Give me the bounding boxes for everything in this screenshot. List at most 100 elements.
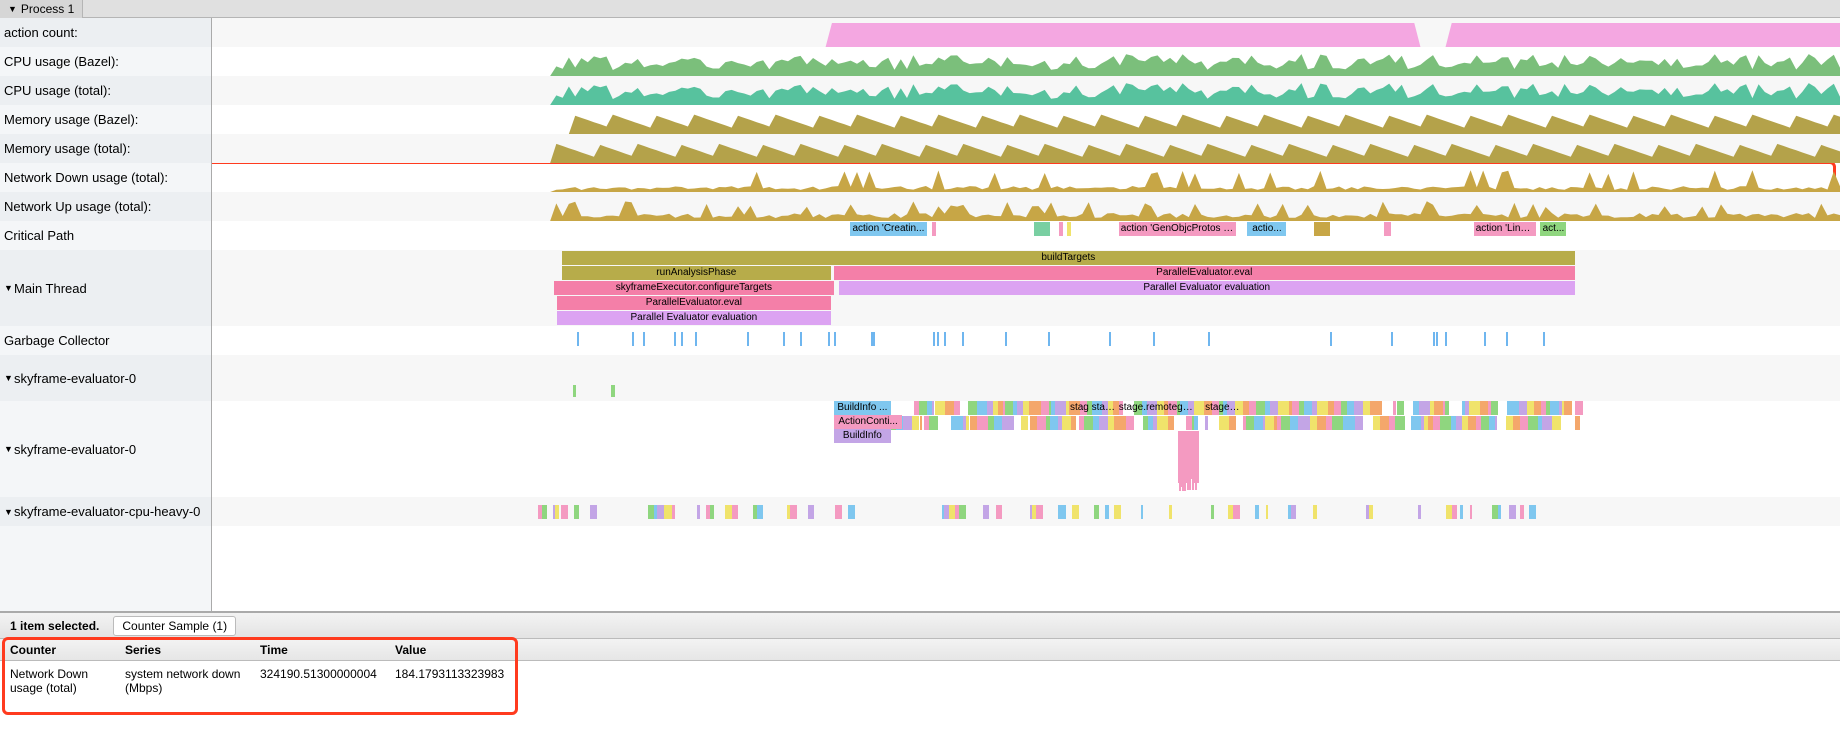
evaluator-seg[interactable] bbox=[1552, 416, 1561, 430]
track-label-sf0a[interactable]: ▼skyframe-evaluator-0 bbox=[0, 355, 211, 401]
critical-path-seg[interactable]: actio... bbox=[1247, 222, 1286, 236]
timeline-row-sf0a[interactable] bbox=[212, 355, 1840, 401]
evaluator-seg[interactable] bbox=[1219, 416, 1229, 430]
cpu-heavy-seg[interactable] bbox=[959, 505, 966, 519]
evaluator-labeled-seg[interactable]: BuildInfo bbox=[834, 429, 891, 443]
cpu-heavy-seg[interactable] bbox=[590, 505, 597, 519]
evaluator-seg[interactable] bbox=[1332, 416, 1343, 430]
evaluator-seg[interactable] bbox=[1029, 401, 1041, 415]
evaluator-seg[interactable] bbox=[1205, 416, 1208, 430]
cpu-heavy-seg[interactable] bbox=[1529, 505, 1536, 519]
timeline-row-mem_total[interactable] bbox=[212, 134, 1840, 163]
process-tab[interactable]: ▼ Process 1 bbox=[0, 0, 83, 18]
evaluator-seg[interactable] bbox=[1575, 416, 1580, 430]
critical-path-seg[interactable]: action 'GenObjcProtos video/... bbox=[1119, 222, 1236, 236]
cpu-heavy-seg[interactable] bbox=[790, 505, 797, 519]
cpu-heavy-seg[interactable] bbox=[1169, 505, 1172, 519]
cpu-heavy-seg[interactable] bbox=[1114, 505, 1122, 519]
timeline-row-net_up[interactable] bbox=[212, 192, 1840, 221]
evaluator-seg[interactable] bbox=[1246, 416, 1255, 430]
cpu-heavy-seg[interactable] bbox=[1211, 505, 1214, 519]
evaluator-seg[interactable] bbox=[1157, 416, 1169, 430]
evaluator-seg[interactable] bbox=[1393, 401, 1396, 415]
evaluator-seg[interactable] bbox=[919, 401, 927, 415]
cpu-heavy-seg[interactable] bbox=[710, 505, 714, 519]
cpu-heavy-seg[interactable] bbox=[1094, 505, 1099, 519]
track-label-sf0b[interactable]: ▼skyframe-evaluator-0 bbox=[0, 401, 211, 497]
evaluator-seg[interactable] bbox=[977, 416, 987, 430]
cpu-heavy-seg[interactable] bbox=[1509, 505, 1516, 519]
timeline-row-main_thread[interactable]: buildTargetsrunAnalysisPhaseParallelEval… bbox=[212, 250, 1840, 326]
evaluator-seg[interactable] bbox=[1126, 416, 1134, 430]
cpu-heavy-seg[interactable] bbox=[1313, 505, 1317, 519]
evaluator-seg[interactable] bbox=[1050, 416, 1059, 430]
evaluator-seg[interactable] bbox=[1030, 416, 1037, 430]
cpu-heavy-seg[interactable] bbox=[983, 505, 989, 519]
evaluator-seg[interactable] bbox=[1468, 416, 1476, 430]
timeline-row-sf0b[interactable]: BuildInfo ...ActionConti...BuildInfostag… bbox=[212, 401, 1840, 497]
evaluator-seg[interactable] bbox=[912, 416, 919, 430]
critical-path-seg[interactable]: act... bbox=[1540, 222, 1566, 236]
cpu-heavy-seg[interactable] bbox=[1141, 505, 1143, 519]
evaluator-seg[interactable] bbox=[1055, 401, 1066, 415]
main-thread-seg[interactable]: Parallel Evaluator evaluation bbox=[557, 311, 831, 325]
evaluator-labeled-seg[interactable]: stage.remotegenerated bbox=[1119, 401, 1197, 415]
cpu-heavy-seg[interactable] bbox=[561, 505, 568, 519]
cpu-heavy-seg[interactable] bbox=[732, 505, 739, 519]
cpu-heavy-seg[interactable] bbox=[657, 505, 664, 519]
timeline-row-sfcpu[interactable] bbox=[212, 497, 1840, 526]
evaluator-seg[interactable] bbox=[945, 401, 954, 415]
cpu-heavy-seg[interactable] bbox=[555, 505, 558, 519]
critical-path-seg[interactable] bbox=[1067, 222, 1071, 236]
cpu-heavy-seg[interactable] bbox=[672, 505, 675, 519]
evaluator-seg[interactable] bbox=[1290, 416, 1298, 430]
evaluator-seg[interactable] bbox=[1434, 401, 1443, 415]
evaluator-seg[interactable] bbox=[1347, 401, 1354, 415]
cpu-heavy-seg[interactable] bbox=[1498, 505, 1500, 519]
evaluator-seg[interactable] bbox=[1397, 401, 1404, 415]
critical-path-seg[interactable] bbox=[1384, 222, 1391, 236]
evaluator-seg[interactable] bbox=[1370, 401, 1381, 415]
cpu-heavy-seg[interactable] bbox=[697, 505, 700, 519]
evaluator-seg[interactable] bbox=[1481, 416, 1489, 430]
evaluator-seg[interactable] bbox=[1005, 401, 1013, 415]
evaluator-seg[interactable] bbox=[920, 416, 922, 430]
cpu-heavy-seg[interactable] bbox=[1058, 505, 1066, 519]
evaluator-seg[interactable] bbox=[935, 401, 946, 415]
evaluator-seg[interactable] bbox=[977, 401, 987, 415]
evaluator-seg[interactable] bbox=[1310, 416, 1317, 430]
evaluator-labeled-seg[interactable]: stage.remot... bbox=[1205, 401, 1241, 415]
evaluator-seg[interactable] bbox=[1373, 416, 1380, 430]
evaluator-seg[interactable] bbox=[1513, 416, 1520, 430]
cpu-heavy-seg[interactable] bbox=[1105, 505, 1110, 519]
cpu-heavy-seg[interactable] bbox=[574, 505, 578, 519]
evaluator-seg[interactable] bbox=[994, 416, 1002, 430]
cpu-heavy-seg[interactable] bbox=[1452, 505, 1457, 519]
main-thread-seg[interactable]: ParallelEvaluator.eval bbox=[834, 266, 1575, 280]
cpu-heavy-seg[interactable] bbox=[664, 505, 671, 519]
timeline-row-mem_bazel[interactable] bbox=[212, 105, 1840, 134]
evaluator-seg[interactable] bbox=[1519, 401, 1528, 415]
cpu-heavy-seg[interactable] bbox=[848, 505, 855, 519]
timeline-column[interactable]: action 'Creatin...action 'GenObjcProtos … bbox=[212, 18, 1840, 611]
main-thread-seg[interactable]: runAnalysisPhase bbox=[562, 266, 831, 280]
evaluator-seg[interactable] bbox=[1564, 401, 1572, 415]
evaluator-seg[interactable] bbox=[951, 416, 963, 430]
cpu-heavy-seg[interactable] bbox=[1492, 505, 1499, 519]
evaluator-seg[interactable] bbox=[1194, 416, 1198, 430]
evaluator-seg[interactable] bbox=[968, 401, 977, 415]
evaluator-seg[interactable] bbox=[1002, 416, 1013, 430]
evaluator-seg[interactable] bbox=[1041, 401, 1049, 415]
evaluator-seg[interactable] bbox=[1062, 416, 1071, 430]
cpu-heavy-seg[interactable] bbox=[808, 505, 814, 519]
evaluator-seg[interactable] bbox=[1445, 401, 1448, 415]
critical-path-seg[interactable] bbox=[932, 222, 937, 236]
evaluator-seg[interactable] bbox=[1229, 416, 1236, 430]
cpu-heavy-seg[interactable] bbox=[1460, 505, 1463, 519]
main-thread-seg[interactable]: ParallelEvaluator.eval bbox=[557, 296, 831, 310]
evaluator-seg[interactable] bbox=[1440, 416, 1451, 430]
evaluator-labeled-seg[interactable]: ActionConti... bbox=[834, 415, 902, 429]
evaluator-labeled-seg[interactable]: stag stag... bbox=[1070, 401, 1116, 415]
evaluator-seg[interactable] bbox=[1354, 401, 1363, 415]
cpu-heavy-seg[interactable] bbox=[1470, 505, 1472, 519]
